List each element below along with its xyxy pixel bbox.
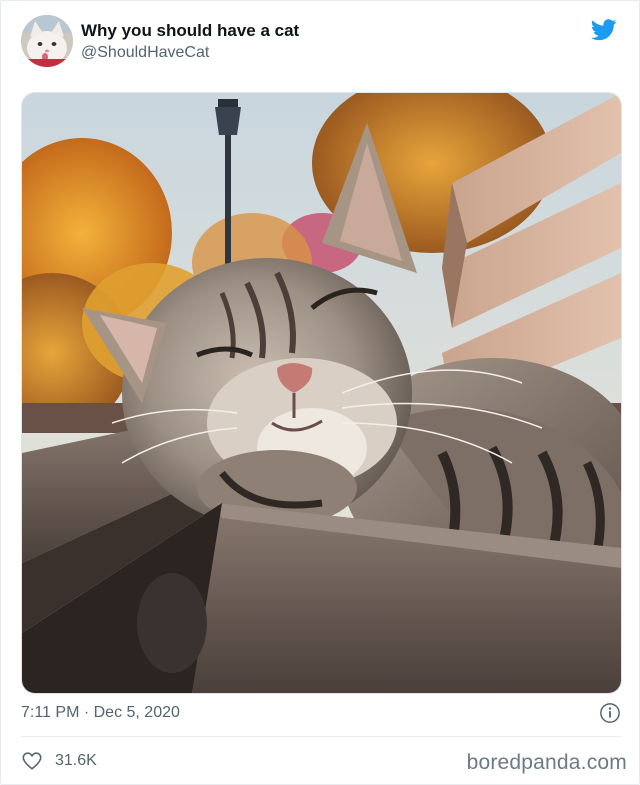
twitter-bird-icon[interactable] [591, 19, 617, 41]
tweet-footer: 31.6K boredpanda.com [21, 747, 627, 775]
divider [21, 736, 621, 737]
like-button[interactable]: 31.6K [21, 749, 97, 773]
tweet-photo[interactable] [21, 92, 622, 694]
tweet-card: Why you should have a cat @ShouldHaveCat [0, 0, 640, 785]
avatar[interactable] [21, 15, 73, 67]
info-icon[interactable] [599, 702, 621, 724]
sleeping-cat-on-bench-image [22, 93, 621, 693]
tweet-header: Why you should have a cat @ShouldHaveCat [21, 15, 619, 71]
display-name[interactable]: Why you should have a cat [81, 21, 299, 41]
like-count: 31.6K [55, 752, 97, 769]
avatar-cat-image [21, 15, 73, 67]
author-names: Why you should have a cat @ShouldHaveCat [81, 21, 299, 63]
watermark: boredpanda.com [466, 751, 627, 774]
user-handle[interactable]: @ShouldHaveCat [81, 43, 299, 63]
tweet-timestamp[interactable]: 7:11 PM · Dec 5, 2020 [21, 704, 180, 721]
heart-icon [22, 752, 42, 770]
tweet-meta: 7:11 PM · Dec 5, 2020 [21, 701, 621, 725]
